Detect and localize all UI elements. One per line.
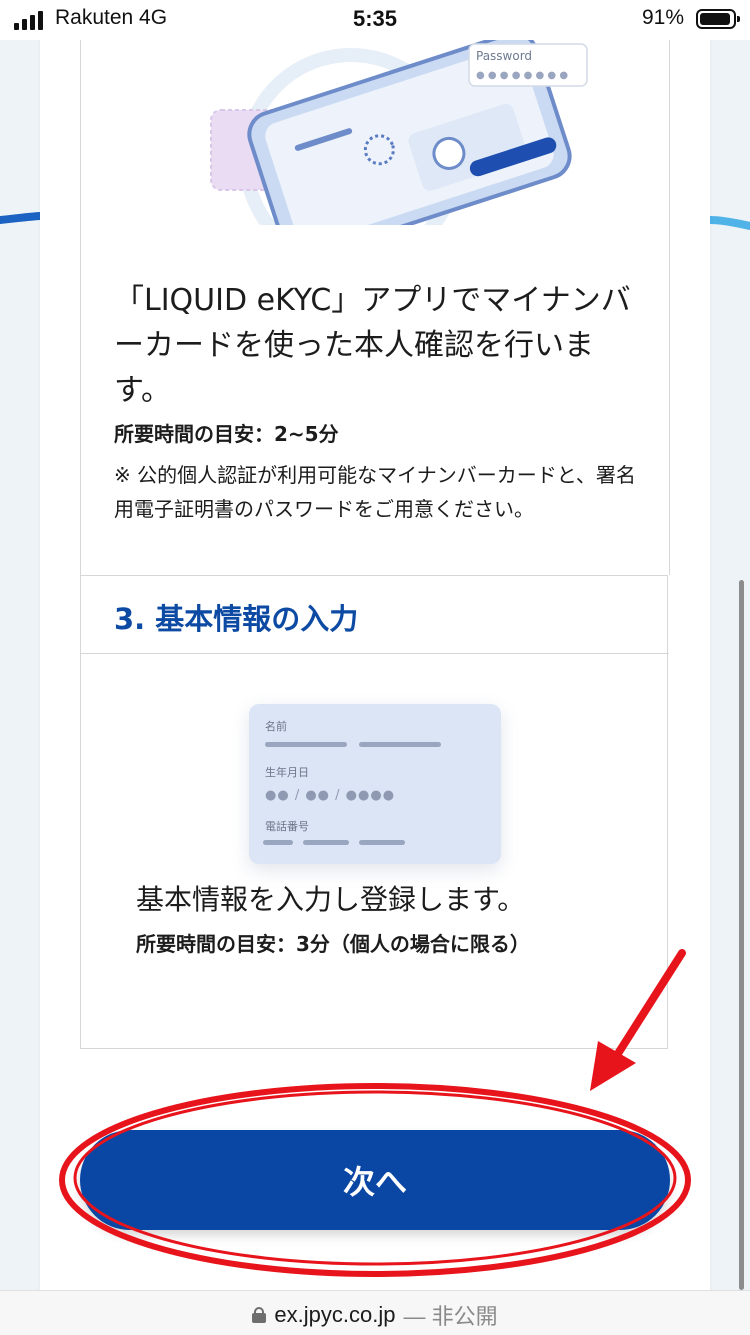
content-panel: Password ● ● ● ● ● ● ● ● 「LIQUID eKYC」アプ… — [40, 40, 710, 1290]
password-label: Password — [476, 49, 532, 63]
form-name-line — [265, 742, 347, 747]
battery-icon — [696, 9, 740, 29]
form-phone-line — [303, 840, 349, 845]
form-birthdate-mask: ●● / ●● / ●●●● — [265, 788, 396, 803]
next-button[interactable]: 次へ — [80, 1130, 670, 1230]
form-phone-line — [359, 840, 405, 845]
battery-percentage: 91% — [641, 6, 684, 29]
step3-time-estimate: 所要時間の目安：3分（個人の場合に限る） — [136, 932, 530, 956]
basic-info-form-illustration: 名前 生年月日 ●● / ●● / ●●●● 電話番号 — [249, 704, 501, 864]
step2-time-estimate: 所要時間の目安：2~5分 — [114, 422, 339, 446]
step3-card: 3. 基本情報の入力 名前 生年月日 ●● / ●● / ●●●● 電話番号 基… — [80, 575, 669, 1049]
status-bar: Rakuten 4G 5:35 91% — [0, 0, 750, 40]
url-bar[interactable]: ex.jpyc.co.jp — 非公開 — [0, 1290, 750, 1335]
lock-icon — [252, 1307, 267, 1323]
form-phone-line — [263, 840, 293, 845]
url-domain: ex.jpyc.co.jp — [274, 1302, 396, 1327]
step3-header: 3. 基本情報の入力 — [81, 576, 669, 654]
password-mask: ● ● ● ● ● ● ● ● — [476, 70, 568, 81]
smartphone-verification-illustration: Password ● ● ● ● ● ● ● ● — [210, 40, 588, 225]
step3-title: 3. 基本情報の入力 — [114, 602, 359, 636]
form-birthdate-label: 生年月日 — [265, 766, 309, 779]
form-phone-label: 電話番号 — [265, 820, 309, 833]
clock: 5:35 — [352, 6, 398, 31]
url-visibility: — 非公開 — [403, 1304, 498, 1329]
step2-card: Password ● ● ● ● ● ● ● ● 「LIQUID eKYC」アプ… — [80, 40, 670, 575]
step2-note: ※ 公的個人認証が利用可能なマイナンバーカードと、署名用電子証明書のパスワードを… — [114, 463, 636, 521]
form-name-line — [359, 742, 441, 747]
scrollbar[interactable] — [739, 580, 744, 1290]
form-name-label: 名前 — [265, 720, 287, 733]
step2-description: 「LIQUID eKYC」アプリでマイナンバーカードを使った本人確認を行います。 — [114, 283, 631, 408]
step3-description: 基本情報を入力し登録します。 — [136, 883, 526, 916]
